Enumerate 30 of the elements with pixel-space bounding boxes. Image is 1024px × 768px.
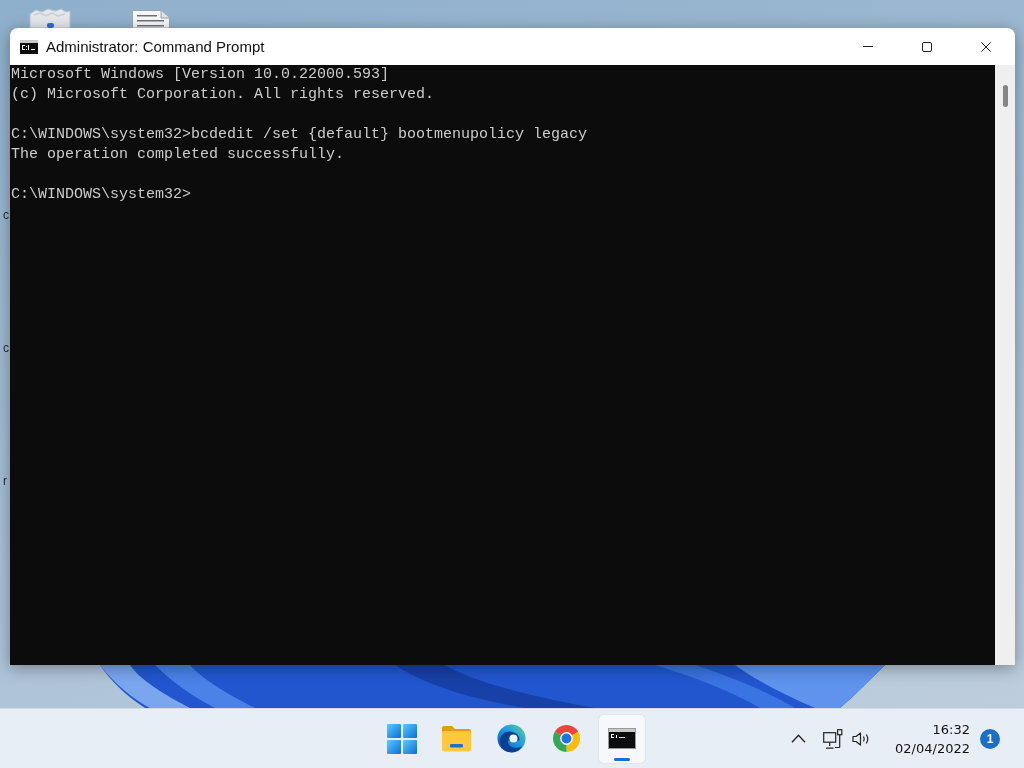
- console-line: The operation completed successfully.: [11, 145, 345, 165]
- close-icon: [980, 41, 991, 52]
- folder-icon: [441, 725, 472, 752]
- speaker-icon[interactable]: [852, 731, 871, 746]
- window-title: Administrator: Command Prompt: [46, 38, 265, 55]
- scrollbar-thumb[interactable]: [1003, 85, 1008, 107]
- console-line: Microsoft Windows [Version 10.0.22000.593]: [11, 65, 390, 85]
- minimize-icon: [862, 46, 873, 47]
- desktop-icon-label: r: [3, 475, 7, 487]
- console-line: C:\WINDOWS\system32>bcdedit /set {default} bootmenupolicy legacy: [11, 125, 588, 145]
- network-monitor-icon[interactable]: [823, 728, 843, 749]
- edge-logo-icon: [497, 724, 526, 753]
- active-indicator-icon: [613, 757, 630, 761]
- recycle-bin-icon[interactable]: [28, 8, 72, 28]
- clock-date[interactable]: 02/04/2022: [895, 738, 970, 758]
- console-line: C:\WINDOWS\system32>: [11, 185, 192, 205]
- windows-logo-icon: [386, 723, 417, 754]
- desktop-icon-label: c: [3, 342, 9, 354]
- console-window-icon: [20, 39, 38, 54]
- taskbar-app-button[interactable]: [598, 714, 645, 763]
- document-icon[interactable]: [132, 10, 170, 28]
- notification-badge[interactable]: 1: [980, 728, 1000, 749]
- desktop-icon-label: c: [3, 209, 9, 221]
- chrome-logo-icon: [552, 724, 581, 753]
- clock-time[interactable]: 16:32: [932, 719, 970, 739]
- maximize-icon: [921, 41, 932, 52]
- scrollbar[interactable]: [995, 65, 1015, 665]
- chevron-up-icon[interactable]: [791, 734, 806, 743]
- console-window-icon: [607, 728, 636, 749]
- console-line: (c) Microsoft Corporation. All rights reserved.: [11, 85, 435, 105]
